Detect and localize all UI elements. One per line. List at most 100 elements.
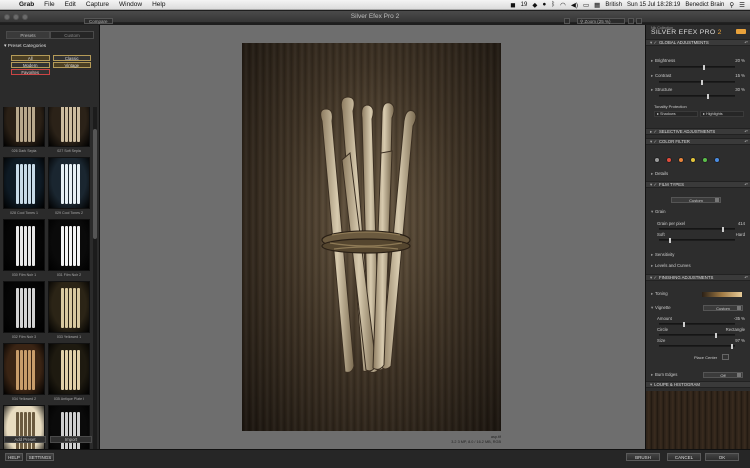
ok-button[interactable]: OK xyxy=(705,453,739,461)
background-toggle-icon[interactable] xyxy=(628,18,634,24)
bluetooth-icon[interactable]: ᛒ xyxy=(551,1,555,8)
preset-categories-heading[interactable]: ▾ Preset Categories xyxy=(4,44,46,49)
preset-item[interactable]: 027 Soft Sepia xyxy=(48,107,90,156)
settings-button[interactable]: SETTINGS xyxy=(26,453,54,461)
compare-button[interactable]: Compare xyxy=(84,18,113,24)
expand-arrow-icon[interactable]: ▸ xyxy=(651,171,653,177)
size-slider[interactable] xyxy=(659,344,735,349)
image-canvas[interactable]: asp.tif 3.2 3 MP, 8.0 / 16.2 MB, RGB xyxy=(100,25,645,449)
expand-arrow-icon[interactable]: ▾ xyxy=(651,209,653,215)
section-global-adjustments[interactable]: ▾ ✓ GLOBAL ADJUSTMENTS ↶ xyxy=(646,39,750,46)
undo-icon[interactable]: ↶ xyxy=(744,40,748,45)
menu-window[interactable]: Window xyxy=(114,1,147,8)
amount-slider[interactable] xyxy=(659,322,735,327)
section-finishing-adjustments[interactable]: ▾ ✓ FINISHING ADJUSTMENTS ↶ xyxy=(646,274,750,281)
grain-hardness-knob[interactable] xyxy=(669,238,671,243)
expand-arrow-icon[interactable]: ▸ xyxy=(651,252,653,258)
preset-item[interactable]: 035 Antique Plate I xyxy=(48,343,90,404)
preset-item[interactable]: 028 Cool Tones 1 xyxy=(3,157,45,218)
help-button[interactable]: HELP xyxy=(5,453,23,461)
undo-icon[interactable]: ↶ xyxy=(744,275,748,280)
preset-scroll-thumb[interactable] xyxy=(93,129,97,239)
user-name[interactable]: Benedict Brain xyxy=(685,2,724,8)
preset-item[interactable]: 026 Dark Sepia xyxy=(3,107,45,156)
preset-item[interactable]: 029 Cool Tones 2 xyxy=(48,157,90,218)
undo-icon[interactable]: ↶ xyxy=(744,129,748,134)
color-filter-blue[interactable] xyxy=(714,157,720,163)
grain-hardness-slider[interactable] xyxy=(659,238,735,243)
battery-icon[interactable]: ▭ xyxy=(583,1,589,9)
menu-help[interactable]: Help xyxy=(147,1,170,8)
cancel-button[interactable]: CANCEL xyxy=(667,453,701,461)
film-type-select[interactable]: Custom xyxy=(671,197,721,203)
menu-list-icon[interactable]: ☰ xyxy=(739,1,745,9)
expand-arrow-icon[interactable]: ▸ xyxy=(651,73,653,79)
burn-edges-select[interactable]: Off xyxy=(703,372,743,378)
brightness-value[interactable]: 20 xyxy=(735,58,740,64)
section-color-filter[interactable]: ▾ ✓ COLOR FILTER ↶ xyxy=(646,138,750,145)
loupe-toggle-icon[interactable] xyxy=(636,18,642,24)
expand-arrow-icon[interactable]: ▸ xyxy=(651,372,653,378)
category-all[interactable]: All xyxy=(11,55,50,61)
grain-per-pixel-value[interactable]: 414 xyxy=(738,221,745,227)
vignette-select[interactable]: Custom xyxy=(703,305,743,311)
volume-icon[interactable]: ◀) xyxy=(571,1,578,9)
menu-capture[interactable]: Capture xyxy=(81,1,114,8)
preset-item[interactable]: 033 Yellowed 1 xyxy=(48,281,90,342)
dropbox-icon[interactable]: ◆ xyxy=(532,1,537,9)
sensitivity-row[interactable]: ▸ Sensitivity xyxy=(646,252,750,258)
undo-icon[interactable]: ↶ xyxy=(744,182,748,187)
contrast-slider[interactable] xyxy=(659,80,735,85)
brush-button[interactable]: BRUSH xyxy=(626,453,660,461)
section-loupe-histogram[interactable]: ▾ LOUPE & HISTOGRAM xyxy=(646,381,750,388)
section-selective-adjustments[interactable]: ▸ ✓ SELECTIVE ADJUSTMENTS ↶ xyxy=(646,128,750,135)
structure-value[interactable]: 30 xyxy=(735,87,740,93)
zoom-select[interactable]: ⚲ Zoom (25 %) xyxy=(577,18,625,24)
import-button[interactable]: Import xyxy=(50,436,92,443)
highlights-control[interactable]: ▸ Highlights xyxy=(700,111,744,117)
wifi-icon[interactable]: ◠ xyxy=(560,1,566,9)
section-film-types[interactable]: ▾ ✓ FILM TYPES ↶ xyxy=(646,181,750,188)
place-center-button[interactable] xyxy=(722,354,729,360)
grain-slider[interactable] xyxy=(659,227,735,232)
menu-file[interactable]: File xyxy=(39,1,59,8)
section-toggle-icon[interactable]: ▾ ✓ xyxy=(650,40,657,45)
section-toggle-icon[interactable]: ▾ ✓ xyxy=(650,139,657,144)
section-toggle-icon[interactable]: ▸ ✓ xyxy=(650,129,657,134)
size-value[interactable]: 97 xyxy=(735,338,740,344)
menu-app[interactable]: Grab xyxy=(14,1,39,8)
brightness-slider[interactable] xyxy=(659,65,735,70)
section-toggle-icon[interactable]: ▾ ✓ xyxy=(650,182,657,187)
details-row[interactable]: ▸ Details xyxy=(646,171,750,177)
loupe-preview[interactable] xyxy=(646,391,750,449)
menu-edit[interactable]: Edit xyxy=(60,1,81,8)
contrast-value[interactable]: 15 xyxy=(735,73,740,79)
brightness-slider-knob[interactable] xyxy=(703,65,705,70)
category-favorites[interactable]: Favorites xyxy=(11,69,50,75)
color-filter-red[interactable] xyxy=(666,157,672,163)
size-slider-knob[interactable] xyxy=(731,344,733,349)
toning-swatch[interactable] xyxy=(702,292,742,297)
input-source[interactable]: British xyxy=(605,2,622,8)
expand-arrow-icon[interactable]: ▾ xyxy=(651,305,653,311)
category-classic[interactable]: Classic xyxy=(52,55,91,61)
section-toggle-icon[interactable]: ▾ xyxy=(650,382,652,387)
expand-arrow-icon[interactable]: ▸ xyxy=(651,291,653,297)
expand-arrow-icon[interactable]: ▸ xyxy=(651,263,653,269)
levels-curves-row[interactable]: ▸ Levels and Curves xyxy=(646,263,750,269)
view-mode-icon[interactable] xyxy=(564,18,570,24)
color-filter-yellow[interactable] xyxy=(690,157,696,163)
preset-scrollbar[interactable] xyxy=(93,107,97,459)
preset-item[interactable]: 031 Film Noir 2 xyxy=(48,219,90,280)
expand-arrow-icon[interactable]: ▸ xyxy=(651,58,653,64)
color-filter-green[interactable] xyxy=(702,157,708,163)
shadows-control[interactable]: ▸ Shadows xyxy=(654,111,698,117)
tab-presets[interactable]: Presets xyxy=(6,31,50,39)
add-preset-button[interactable]: Add Preset xyxy=(4,436,46,443)
preset-item[interactable]: 032 Film Noir 3 xyxy=(3,281,45,342)
photo-preview[interactable] xyxy=(242,43,501,431)
undo-icon[interactable]: ↶ xyxy=(744,139,748,144)
category-vintage[interactable]: Vintage xyxy=(52,62,91,68)
clock[interactable]: Sun 15 Jul 18:28:19 xyxy=(627,2,680,8)
status-app-icon[interactable]: ◼ xyxy=(510,1,515,9)
